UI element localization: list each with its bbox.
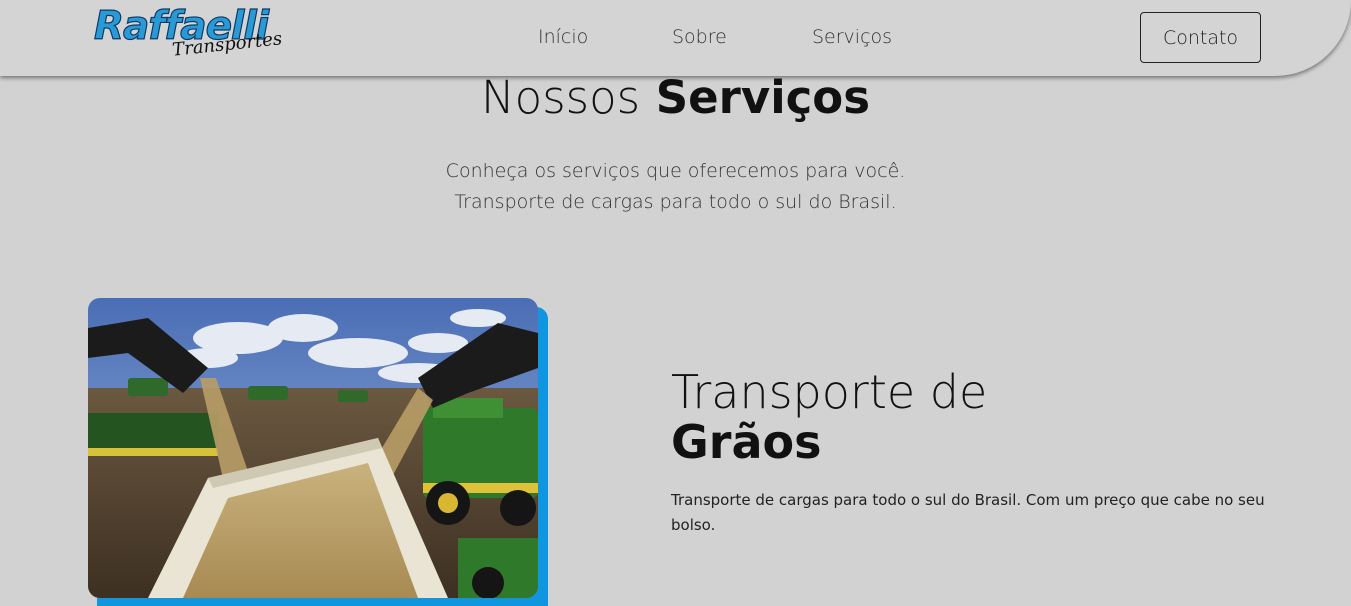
- section-title-bold: Serviços: [655, 71, 870, 124]
- grain-harvest-image: [88, 298, 538, 598]
- nav-link-sobre[interactable]: Sobre: [672, 26, 727, 48]
- service-title-line-1: Transporte de: [671, 365, 988, 419]
- section-subtitle-line-2: Transporte de cargas para todo o sul do …: [454, 191, 897, 213]
- service-title-line-2: Grãos: [671, 415, 822, 469]
- service-description: Transporte de cargas para todo o sul do …: [671, 491, 1265, 534]
- section-subtitle-line-1: Conheça os serviços que oferecemos para …: [445, 160, 906, 182]
- contact-button[interactable]: Contato: [1140, 12, 1261, 63]
- section-title: Nossos Serviços: [0, 71, 1351, 124]
- section-title-light: Nossos: [481, 71, 641, 124]
- nav-link-inicio[interactable]: Início: [538, 26, 588, 48]
- nav-link-servicos[interactable]: Serviços: [812, 26, 892, 48]
- grain-harvest-illustration: [88, 298, 538, 598]
- logo[interactable]: Raffaelli Transportes: [93, 3, 284, 62]
- site-header: Raffaelli Transportes Início Sobre Servi…: [0, 0, 1351, 76]
